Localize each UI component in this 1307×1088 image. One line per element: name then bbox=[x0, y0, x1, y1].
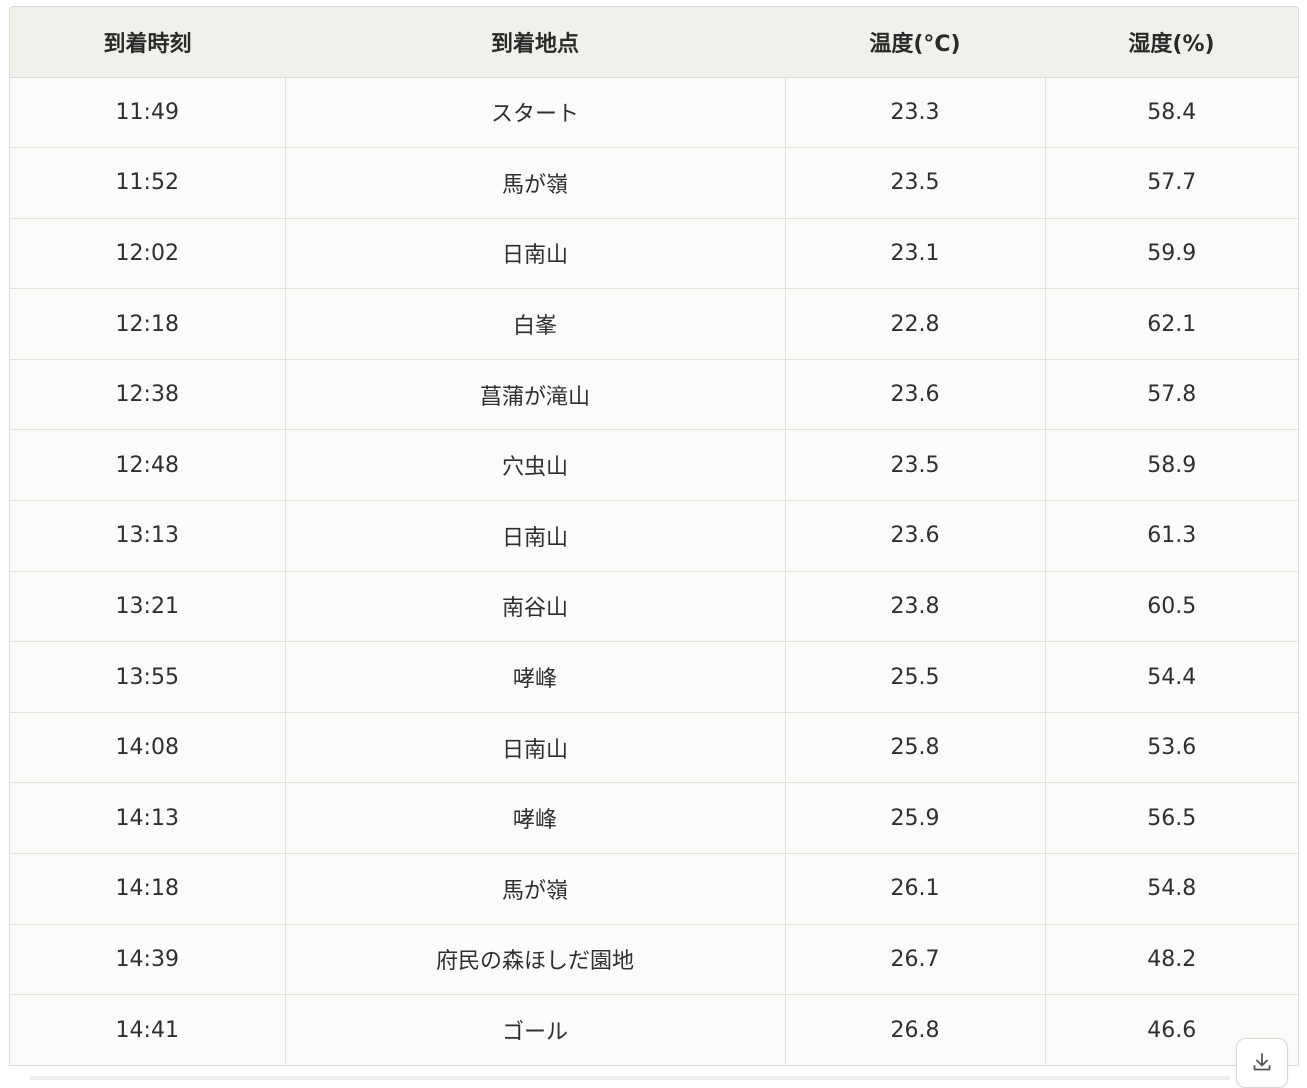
cell-temperature: 26.8 bbox=[785, 994, 1046, 1066]
cell-arrival-time: 14:08 bbox=[10, 712, 286, 784]
cell-arrival-time: 13:21 bbox=[10, 571, 286, 643]
cell-arrival-location: ゴール bbox=[285, 994, 786, 1066]
cell-arrival-time: 13:13 bbox=[10, 500, 286, 572]
cell-humidity: 56.5 bbox=[1045, 782, 1298, 855]
cell-arrival-location: 哮峰 bbox=[285, 641, 786, 713]
cell-temperature: 25.9 bbox=[785, 782, 1046, 855]
cell-temperature: 23.3 bbox=[785, 77, 1046, 149]
header-temperature: 温度(°C) bbox=[785, 7, 1045, 78]
cell-temperature: 23.5 bbox=[785, 429, 1046, 502]
cell-temperature: 25.5 bbox=[785, 641, 1046, 713]
data-table-container: 到着時刻 到着地点 温度(°C) 湿度(%) 11:49 スタート 23.3 58.4… bbox=[9, 6, 1299, 1067]
table-row: 12:48 穴虫山 23.5 58.9 bbox=[10, 429, 1298, 502]
table-row: 14:08 日南山 25.8 53.6 bbox=[10, 712, 1298, 784]
cell-humidity: 54.8 bbox=[1045, 853, 1298, 925]
cell-arrival-location: 菖蒲が滝山 bbox=[285, 359, 786, 431]
cell-arrival-time: 12:38 bbox=[10, 359, 286, 431]
table-row: 14:18 馬が嶺 26.1 54.8 bbox=[10, 853, 1298, 925]
header-row: 到着時刻 到着地点 温度(°C) 湿度(%) bbox=[10, 7, 1298, 78]
cell-humidity: 57.8 bbox=[1045, 359, 1298, 431]
cell-arrival-time: 11:52 bbox=[10, 147, 286, 219]
cell-arrival-time: 14:41 bbox=[10, 994, 286, 1066]
cell-temperature: 23.8 bbox=[785, 571, 1046, 643]
cell-arrival-location: 穴虫山 bbox=[285, 429, 786, 502]
cell-arrival-time: 11:49 bbox=[10, 77, 286, 149]
cell-humidity: 62.1 bbox=[1045, 288, 1298, 360]
cell-humidity: 57.7 bbox=[1045, 147, 1298, 219]
cell-humidity: 48.2 bbox=[1045, 924, 1298, 996]
header-arrival-time: 到着時刻 bbox=[10, 7, 285, 78]
cell-arrival-location: 日南山 bbox=[285, 218, 786, 290]
table-row: 12:18 白峯 22.8 62.1 bbox=[10, 288, 1298, 360]
table-row: 14:39 府民の森ほしだ園地 26.7 48.2 bbox=[10, 924, 1298, 996]
data-table: 到着時刻 到着地点 温度(°C) 湿度(%) 11:49 スタート 23.3 58.4… bbox=[10, 7, 1298, 1066]
table-row: 11:52 馬が嶺 23.5 57.7 bbox=[10, 147, 1298, 219]
cell-arrival-location: 府民の森ほしだ園地 bbox=[285, 924, 786, 996]
cell-humidity: 60.5 bbox=[1045, 571, 1298, 643]
cell-temperature: 22.8 bbox=[785, 288, 1046, 360]
cell-humidity: 59.9 bbox=[1045, 218, 1298, 290]
cell-arrival-location: 馬が嶺 bbox=[285, 147, 786, 219]
cell-temperature: 23.6 bbox=[785, 500, 1046, 572]
cell-humidity: 58.4 bbox=[1045, 77, 1298, 149]
table-row: 12:38 菖蒲が滝山 23.6 57.8 bbox=[10, 359, 1298, 431]
cell-arrival-location: 哮峰 bbox=[285, 782, 786, 855]
cell-arrival-time: 13:55 bbox=[10, 641, 286, 713]
cell-arrival-location: 日南山 bbox=[285, 500, 786, 572]
cell-arrival-time: 12:48 bbox=[10, 429, 286, 502]
cell-temperature: 23.6 bbox=[785, 359, 1046, 431]
cell-arrival-location: 日南山 bbox=[285, 712, 786, 784]
cell-temperature: 25.8 bbox=[785, 712, 1046, 784]
cell-arrival-time: 14:39 bbox=[10, 924, 286, 996]
table-row: 14:41 ゴール 26.8 46.6 bbox=[10, 994, 1298, 1066]
table-row: 13:21 南谷山 23.8 60.5 bbox=[10, 571, 1298, 643]
cell-humidity: 54.4 bbox=[1045, 641, 1298, 713]
cell-temperature: 26.1 bbox=[785, 853, 1046, 925]
cell-arrival-location: スタート bbox=[285, 77, 786, 149]
table-row: 12:02 日南山 23.1 59.9 bbox=[10, 218, 1298, 290]
cell-arrival-time: 12:02 bbox=[10, 218, 286, 290]
download-button[interactable] bbox=[1236, 1038, 1288, 1088]
cell-arrival-time: 14:13 bbox=[10, 782, 286, 855]
table-row: 13:55 哮峰 25.5 54.4 bbox=[10, 641, 1298, 713]
cell-arrival-location: 南谷山 bbox=[285, 571, 786, 643]
table-row: 14:13 哮峰 25.9 56.5 bbox=[10, 782, 1298, 855]
header-humidity: 湿度(%) bbox=[1045, 7, 1298, 78]
cell-arrival-time: 14:18 bbox=[10, 853, 286, 925]
cell-humidity: 61.3 bbox=[1045, 500, 1298, 572]
scroll-shadow bbox=[30, 1076, 1230, 1080]
table-header: 到着時刻 到着地点 温度(°C) 湿度(%) bbox=[10, 7, 1298, 78]
cell-temperature: 23.1 bbox=[785, 218, 1046, 290]
table-row: 13:13 日南山 23.6 61.3 bbox=[10, 500, 1298, 572]
table-row: 11:49 スタート 23.3 58.4 bbox=[10, 77, 1298, 149]
cell-humidity: 58.9 bbox=[1045, 429, 1298, 502]
cell-temperature: 26.7 bbox=[785, 924, 1046, 996]
download-icon bbox=[1253, 1053, 1271, 1071]
cell-arrival-location: 白峯 bbox=[285, 288, 786, 360]
cell-humidity: 53.6 bbox=[1045, 712, 1298, 784]
cell-temperature: 23.5 bbox=[785, 147, 1046, 219]
cell-arrival-location: 馬が嶺 bbox=[285, 853, 786, 925]
cell-arrival-time: 12:18 bbox=[10, 288, 286, 360]
header-arrival-location: 到着地点 bbox=[285, 7, 785, 78]
table-body: 11:49 スタート 23.3 58.4 11:52 馬が嶺 23.5 57.7 12:02 日南… bbox=[10, 77, 1298, 1066]
